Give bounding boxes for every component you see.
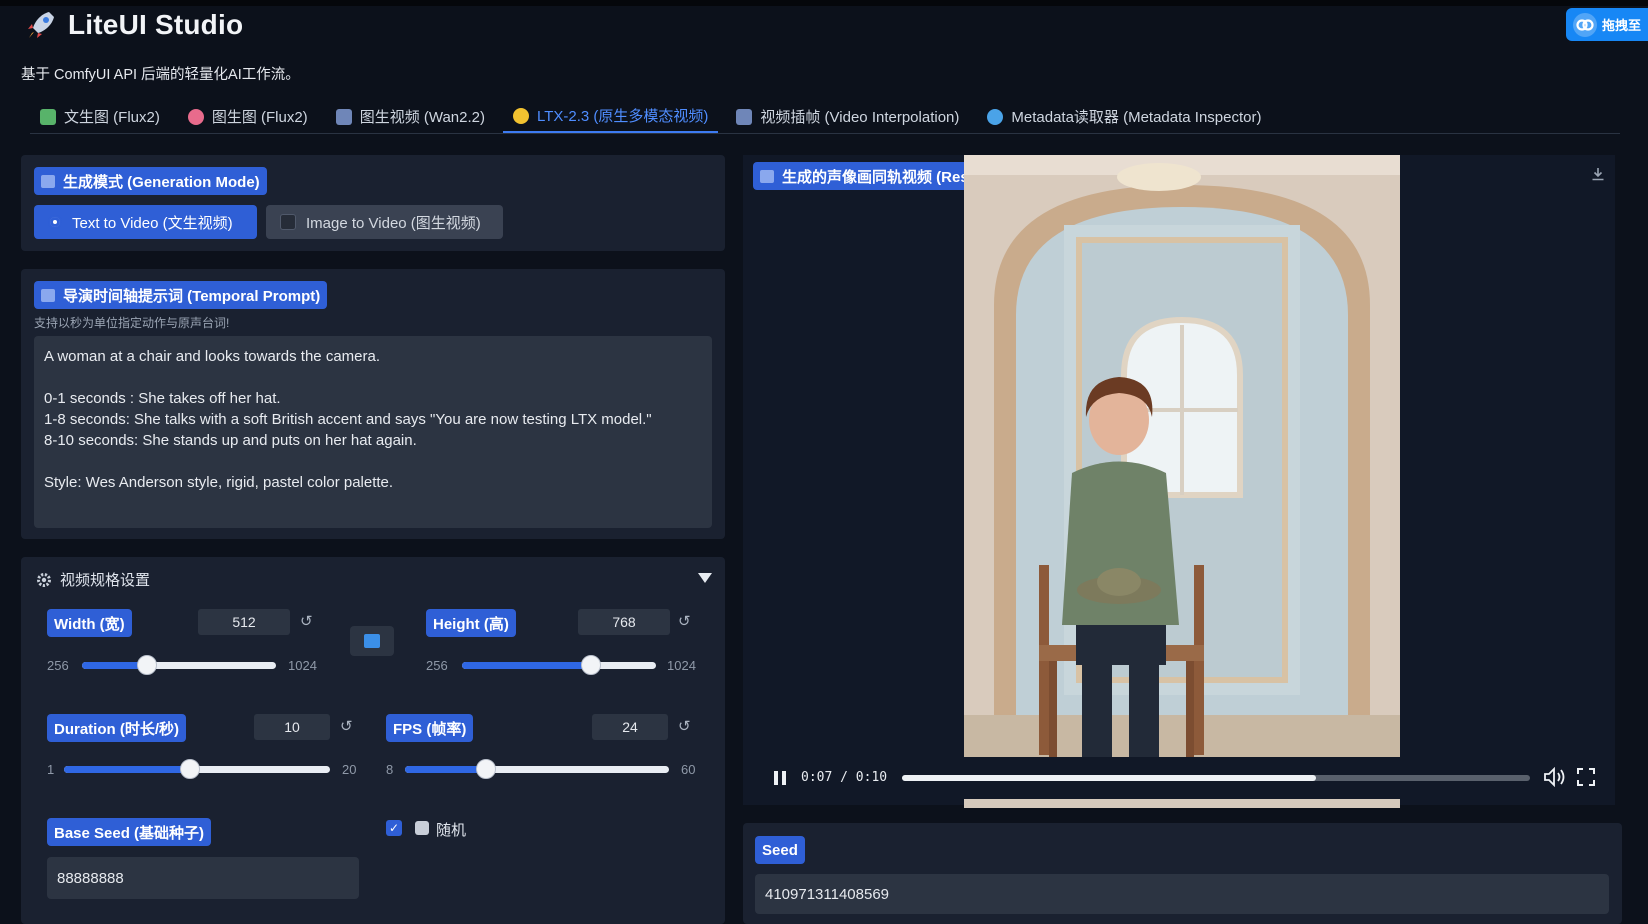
tab-metadata-inspector[interactable]: Metadata读取器 (Metadata Inspector)	[977, 100, 1271, 133]
tab-label: 图生视频 (Wan2.2)	[359, 109, 485, 126]
tab-bar: 文生图 (Flux2) 图生图 (Flux2) 图生视频 (Wan2.2) LT…	[30, 100, 1620, 134]
random-label: 随机	[436, 822, 467, 839]
video-settings-title: 视频规格设置	[60, 572, 151, 589]
gear-icon	[37, 572, 51, 587]
collapse-caret-icon[interactable]	[698, 573, 712, 583]
width-reset-icon[interactable]: ↺	[300, 612, 313, 630]
sparkle-icon	[512, 107, 529, 124]
width-slider-thumb[interactable]	[136, 655, 157, 675]
duration-label: Duration (时长/秒)	[47, 714, 186, 742]
fps-max: 60	[681, 762, 696, 777]
dice-icon	[415, 821, 429, 835]
duration-min: 1	[47, 762, 55, 777]
app-header: LiteUI Studio	[24, 8, 243, 42]
tab-image-to-image[interactable]: 图生图 (Flux2)	[178, 100, 318, 133]
height-max: 1024	[667, 658, 696, 673]
width-label: Width (宽)	[47, 609, 132, 637]
radio-selected-icon	[48, 215, 62, 229]
image-to-video-option[interactable]: Image to Video (图生视频)	[266, 205, 503, 239]
result-video[interactable]	[964, 155, 1400, 808]
download-icon[interactable]	[1591, 167, 1605, 181]
drag-upload-label: 拖拽至	[1602, 18, 1642, 33]
film-icon	[335, 108, 352, 125]
width-input[interactable]: 512	[198, 609, 290, 635]
text-to-video-option[interactable]: Text to Video (文生视频)	[34, 205, 257, 239]
temporal-prompt-hint: 支持以秒为单位指定动作与原声台词!	[34, 316, 230, 330]
generation-mode-header: 生成模式 (Generation Mode)	[34, 167, 267, 195]
image-icon	[40, 108, 56, 125]
volume-icon[interactable]	[1543, 767, 1567, 787]
temporal-prompt-textarea[interactable]: A woman at a chair and looks towards the…	[34, 336, 712, 528]
height-input[interactable]: 768	[578, 609, 670, 635]
height-min: 256	[426, 658, 448, 673]
video-frame-image	[964, 155, 1400, 808]
swap-icon	[364, 634, 380, 648]
fps-reset-icon[interactable]: ↺	[678, 717, 691, 735]
height-slider[interactable]	[462, 655, 656, 675]
tab-ltx-video[interactable]: LTX-2.3 (原生多模态视频)	[502, 100, 719, 133]
height-label: Height (高)	[426, 609, 516, 637]
tab-label: 图生图 (Flux2)	[211, 109, 308, 126]
result-header: 生成的声像画同轨视频 (Result)	[753, 162, 1000, 190]
tab-text-to-image[interactable]: 文生图 (Flux2)	[30, 100, 170, 133]
pause-icon[interactable]	[774, 771, 786, 785]
temporal-prompt-header: 导演时间轴提示词 (Temporal Prompt)	[34, 281, 328, 309]
app-subtitle: 基于 ComfyUI API 后端的轻量化AI工作流。	[21, 67, 300, 83]
fullscreen-icon[interactable]	[1577, 768, 1595, 786]
video-progress-fill	[902, 775, 1317, 781]
result-title: 生成的声像画同轨视频 (Result)	[782, 168, 993, 186]
film-icon	[736, 108, 753, 125]
tab-label: 视频插帧 (Video Interpolation)	[760, 109, 960, 126]
fps-label: FPS (帧率)	[386, 714, 474, 742]
magnifier-icon	[987, 108, 1004, 125]
fps-slider-fill	[405, 766, 487, 773]
width-min: 256	[47, 658, 69, 673]
height-slider-fill	[462, 662, 592, 669]
palette-icon	[187, 108, 204, 125]
duration-slider-fill	[64, 766, 190, 773]
window-top-bar	[0, 0, 1648, 6]
duration-reset-icon[interactable]: ↺	[340, 717, 353, 735]
mode-icon	[41, 174, 55, 188]
clapperboard-icon	[41, 288, 55, 302]
text-to-video-label: Text to Video (文生视频)	[72, 214, 233, 232]
video-camera-icon	[760, 169, 774, 183]
duration-input[interactable]: 10	[254, 714, 330, 740]
swap-dimensions-button[interactable]	[350, 626, 394, 656]
base-seed-label: Base Seed (基础种子)	[47, 818, 212, 846]
tab-label: LTX-2.3 (原生多模态视频)	[536, 108, 709, 125]
temporal-prompt-title: 导演时间轴提示词 (Temporal Prompt)	[63, 287, 321, 305]
duration-max: 20	[342, 762, 357, 777]
tab-label: Metadata读取器 (Metadata Inspector)	[1011, 109, 1262, 126]
duration-slider-thumb[interactable]	[180, 759, 200, 779]
height-reset-icon[interactable]: ↺	[678, 612, 691, 630]
cloud-link-icon	[1573, 12, 1597, 37]
rocket-icon	[28, 12, 54, 38]
image-to-video-label: Image to Video (图生视频)	[306, 214, 481, 232]
tab-video-interpolation[interactable]: 视频插帧 (Video Interpolation)	[726, 100, 969, 133]
video-timecode: 0:07 / 0:10	[801, 770, 888, 785]
seed-output[interactable]: 410971311408569	[755, 874, 1609, 914]
width-max: 1024	[288, 658, 317, 673]
app-title: LiteUI Studio	[68, 9, 244, 40]
fps-slider[interactable]	[405, 759, 669, 779]
random-checkbox[interactable]: ✓	[386, 820, 402, 836]
seed-label: Seed	[755, 836, 805, 864]
drag-upload-badge[interactable]: 拖拽至	[1566, 8, 1648, 41]
video-progress-bar[interactable]	[902, 775, 1530, 781]
radio-unselected-icon	[280, 214, 296, 230]
tab-label: 文生图 (Flux2)	[64, 109, 160, 126]
video-settings-header[interactable]: 视频规格设置	[36, 569, 150, 590]
fps-min: 8	[386, 762, 394, 777]
tab-image-to-video[interactable]: 图生视频 (Wan2.2)	[326, 100, 495, 133]
generation-mode-title: 生成模式 (Generation Mode)	[63, 173, 260, 191]
base-seed-input[interactable]: 88888888	[47, 857, 359, 899]
duration-slider[interactable]	[64, 759, 330, 779]
width-slider[interactable]	[82, 655, 276, 675]
fps-input[interactable]: 24	[592, 714, 668, 740]
